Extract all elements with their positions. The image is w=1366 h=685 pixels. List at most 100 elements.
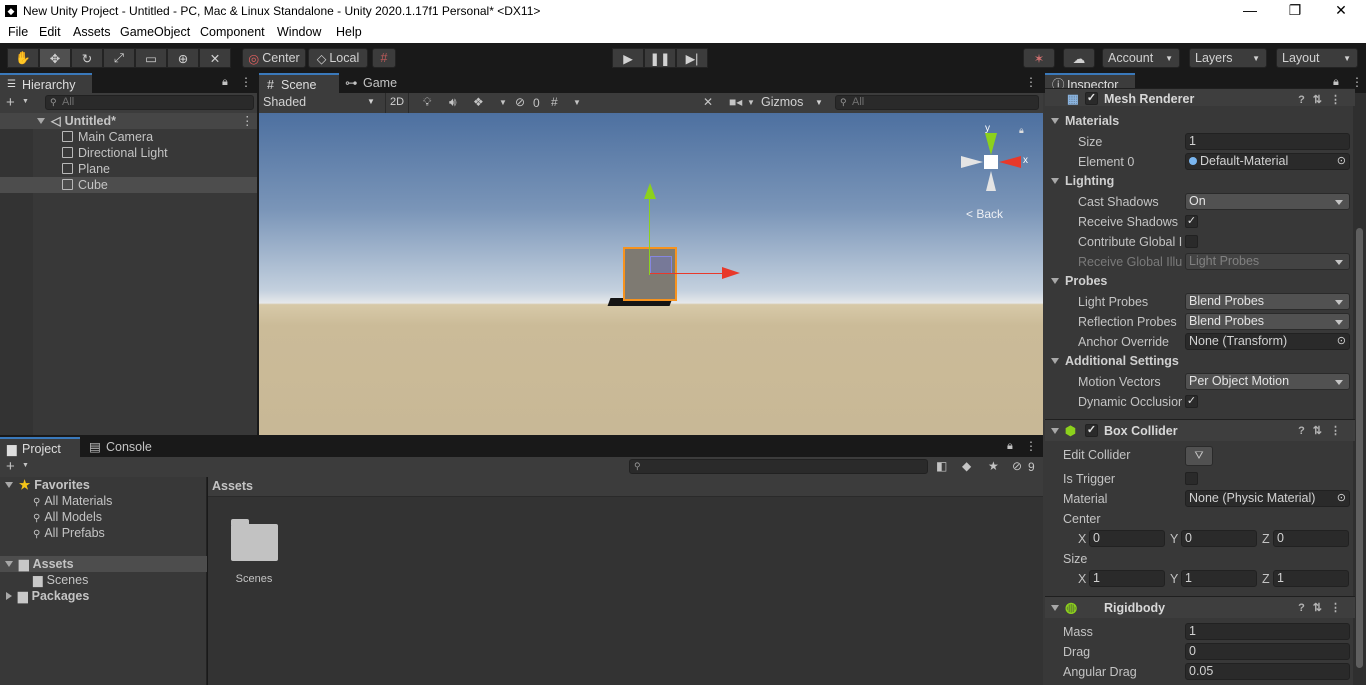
- move-plane-handle[interactable]: [650, 256, 672, 274]
- assets-row[interactable]: ▆ Assets: [0, 556, 207, 572]
- x-arrow-icon[interactable]: [722, 267, 740, 279]
- box-collider-enabled-checkbox[interactable]: ✓: [1085, 424, 1098, 437]
- camera-icon[interactable]: ■◂: [729, 95, 742, 109]
- scene-viewport[interactable]: y x 🔒︎ < Back: [259, 113, 1043, 435]
- light-probes-dropdown[interactable]: Blend Probes: [1185, 293, 1350, 310]
- assets-breadcrumb[interactable]: Assets: [208, 477, 1043, 497]
- scene-row[interactable]: ◁ Untitled* ⋮: [0, 113, 257, 129]
- drag-field[interactable]: 0: [1185, 643, 1350, 660]
- chevron-down-icon[interactable]: ▼: [22, 98, 29, 105]
- transform-tool-icon[interactable]: ⊕: [167, 48, 199, 68]
- move-tool-icon[interactable]: ✥: [39, 48, 71, 68]
- hidden-objects-icon[interactable]: ⊘: [515, 95, 525, 109]
- close-button[interactable]: ✕: [1326, 2, 1356, 20]
- custom-tool-icon[interactable]: ✕: [199, 48, 231, 68]
- menu-assets[interactable]: Assets: [73, 25, 111, 39]
- cast-shadows-dropdown[interactable]: On: [1185, 193, 1350, 210]
- tools-icon[interactable]: ✕: [703, 95, 713, 109]
- receive-shadows-checkbox[interactable]: ✓: [1185, 215, 1198, 228]
- pause-icon[interactable]: ❚❚: [644, 48, 676, 68]
- motion-vectors-dropdown[interactable]: Per Object Motion: [1185, 373, 1350, 390]
- panel-menu-icon[interactable]: ⋮: [240, 75, 252, 89]
- size-z-field[interactable]: 1: [1273, 570, 1349, 587]
- panel-menu-icon[interactable]: ⋮: [1351, 75, 1363, 89]
- minimize-button[interactable]: —: [1235, 2, 1265, 20]
- add-icon[interactable]: +: [6, 94, 15, 111]
- asset-scenes-folder[interactable]: [230, 519, 278, 563]
- grid-icon[interactable]: #: [551, 95, 558, 109]
- layers-dropdown[interactable]: Layers ▼: [1189, 48, 1267, 68]
- center-y-field[interactable]: 0: [1181, 530, 1257, 547]
- gizmo-lock-icon[interactable]: 🔒︎: [1019, 125, 1024, 136]
- object-picker-icon[interactable]: ⊙: [1337, 154, 1346, 169]
- rotate-tool-icon[interactable]: ↻: [71, 48, 103, 68]
- probes-foldout[interactable]: Probes: [1051, 274, 1107, 288]
- size-x-field[interactable]: 1: [1089, 570, 1165, 587]
- x-axis-handle[interactable]: [650, 273, 724, 274]
- hierarchy-item[interactable]: Directional Light: [0, 145, 257, 161]
- contribute-gi-checkbox[interactable]: [1185, 235, 1198, 248]
- is-trigger-checkbox[interactable]: [1185, 472, 1198, 485]
- collider-material-field[interactable]: None (Physic Material) ⊙: [1185, 490, 1350, 507]
- panel-menu-icon[interactable]: ⋮: [1025, 439, 1037, 453]
- pivot-center-toggle[interactable]: ◎ Center: [242, 48, 306, 68]
- mass-field[interactable]: 1: [1185, 623, 1350, 640]
- tab-console[interactable]: ▤ Console: [84, 437, 164, 457]
- reflection-probes-dropdown[interactable]: Blend Probes: [1185, 313, 1350, 330]
- assets-child-item[interactable]: ▆ Scenes: [0, 572, 207, 588]
- maximize-button[interactable]: ❐: [1280, 2, 1310, 20]
- favorites-row[interactable]: ★ Favorites: [0, 477, 207, 493]
- chevron-down-icon[interactable]: ▼: [747, 98, 755, 107]
- tab-scene[interactable]: # Scene: [259, 73, 339, 93]
- play-icon[interactable]: ▶: [612, 48, 644, 68]
- lock-icon[interactable]: 🔒︎: [222, 76, 228, 89]
- scrollbar-thumb[interactable]: [1356, 228, 1363, 668]
- component-header-icons[interactable]: ?⇅⋮: [1298, 424, 1349, 437]
- mesh-renderer-header[interactable]: ▦ ✓ Mesh Renderer ?⇅⋮: [1045, 88, 1355, 106]
- mesh-renderer-enabled-checkbox[interactable]: ✓: [1085, 92, 1098, 105]
- object-picker-icon[interactable]: ⊙: [1337, 491, 1346, 506]
- step-icon[interactable]: ▶|: [676, 48, 708, 68]
- chevron-down-icon[interactable]: ▼: [573, 98, 581, 107]
- scale-tool-icon[interactable]: ⤢: [103, 48, 135, 68]
- hierarchy-item[interactable]: Main Camera: [0, 129, 257, 145]
- anchor-override-field[interactable]: None (Transform) ⊙: [1185, 333, 1350, 350]
- audio-icon[interactable]: 🔊︎: [449, 95, 457, 110]
- panel-menu-icon[interactable]: ⋮: [1025, 75, 1037, 89]
- component-header-icons[interactable]: ?⇅⋮: [1298, 601, 1349, 614]
- dynamic-occlusion-checkbox[interactable]: ✓: [1185, 395, 1198, 408]
- hierarchy-item[interactable]: Plane: [0, 161, 257, 177]
- size-y-field[interactable]: 1: [1181, 570, 1257, 587]
- rigidbody-header[interactable]: ◍ Rigidbody ?⇅⋮: [1045, 596, 1355, 618]
- center-x-field[interactable]: 0: [1089, 530, 1165, 547]
- 2d-toggle[interactable]: 2D: [385, 93, 409, 113]
- scene-menu-icon[interactable]: ⋮: [241, 113, 254, 129]
- grid-snap-icon[interactable]: #: [372, 48, 396, 68]
- edit-collider-button[interactable]: ⛛: [1185, 446, 1213, 466]
- y-arrow-icon[interactable]: [644, 183, 656, 199]
- add-icon[interactable]: +: [6, 458, 15, 475]
- collab-icon[interactable]: ✶: [1023, 48, 1055, 68]
- shading-mode-dropdown[interactable]: Shaded ▼: [259, 93, 379, 113]
- filter-label-icon[interactable]: ◆: [962, 459, 971, 473]
- angular-drag-field[interactable]: 0.05: [1185, 663, 1350, 680]
- favorite-item[interactable]: ⚲ All Models: [0, 509, 207, 525]
- hidden-packages-icon[interactable]: ⊘: [1012, 459, 1022, 473]
- favorite-item[interactable]: ⚲ All Prefabs: [0, 525, 207, 541]
- filter-type-icon[interactable]: ◧: [936, 459, 947, 473]
- orientation-gizmo[interactable]: y x 🔒︎ < Back: [961, 123, 1041, 235]
- hand-tool-icon[interactable]: ✋: [7, 48, 39, 68]
- lighting-icon[interactable]: 💡︎: [423, 95, 431, 110]
- gizmos-dropdown[interactable]: Gizmos ▼: [759, 93, 827, 113]
- menu-help[interactable]: Help: [336, 25, 362, 39]
- hierarchy-item-selected[interactable]: Cube: [0, 177, 257, 193]
- menu-window[interactable]: Window: [277, 25, 321, 39]
- scene-search-input[interactable]: ⚲ All: [835, 95, 1039, 110]
- hierarchy-search-input[interactable]: ⚲ All: [45, 95, 254, 110]
- menu-edit[interactable]: Edit: [39, 25, 61, 39]
- tab-project[interactable]: ▆ Project: [0, 437, 80, 457]
- cloud-icon[interactable]: ☁: [1063, 48, 1095, 68]
- favorite-star-icon[interactable]: ★: [988, 459, 999, 473]
- layout-dropdown[interactable]: Layout ▼: [1276, 48, 1358, 68]
- object-picker-icon[interactable]: ⊙: [1337, 334, 1346, 349]
